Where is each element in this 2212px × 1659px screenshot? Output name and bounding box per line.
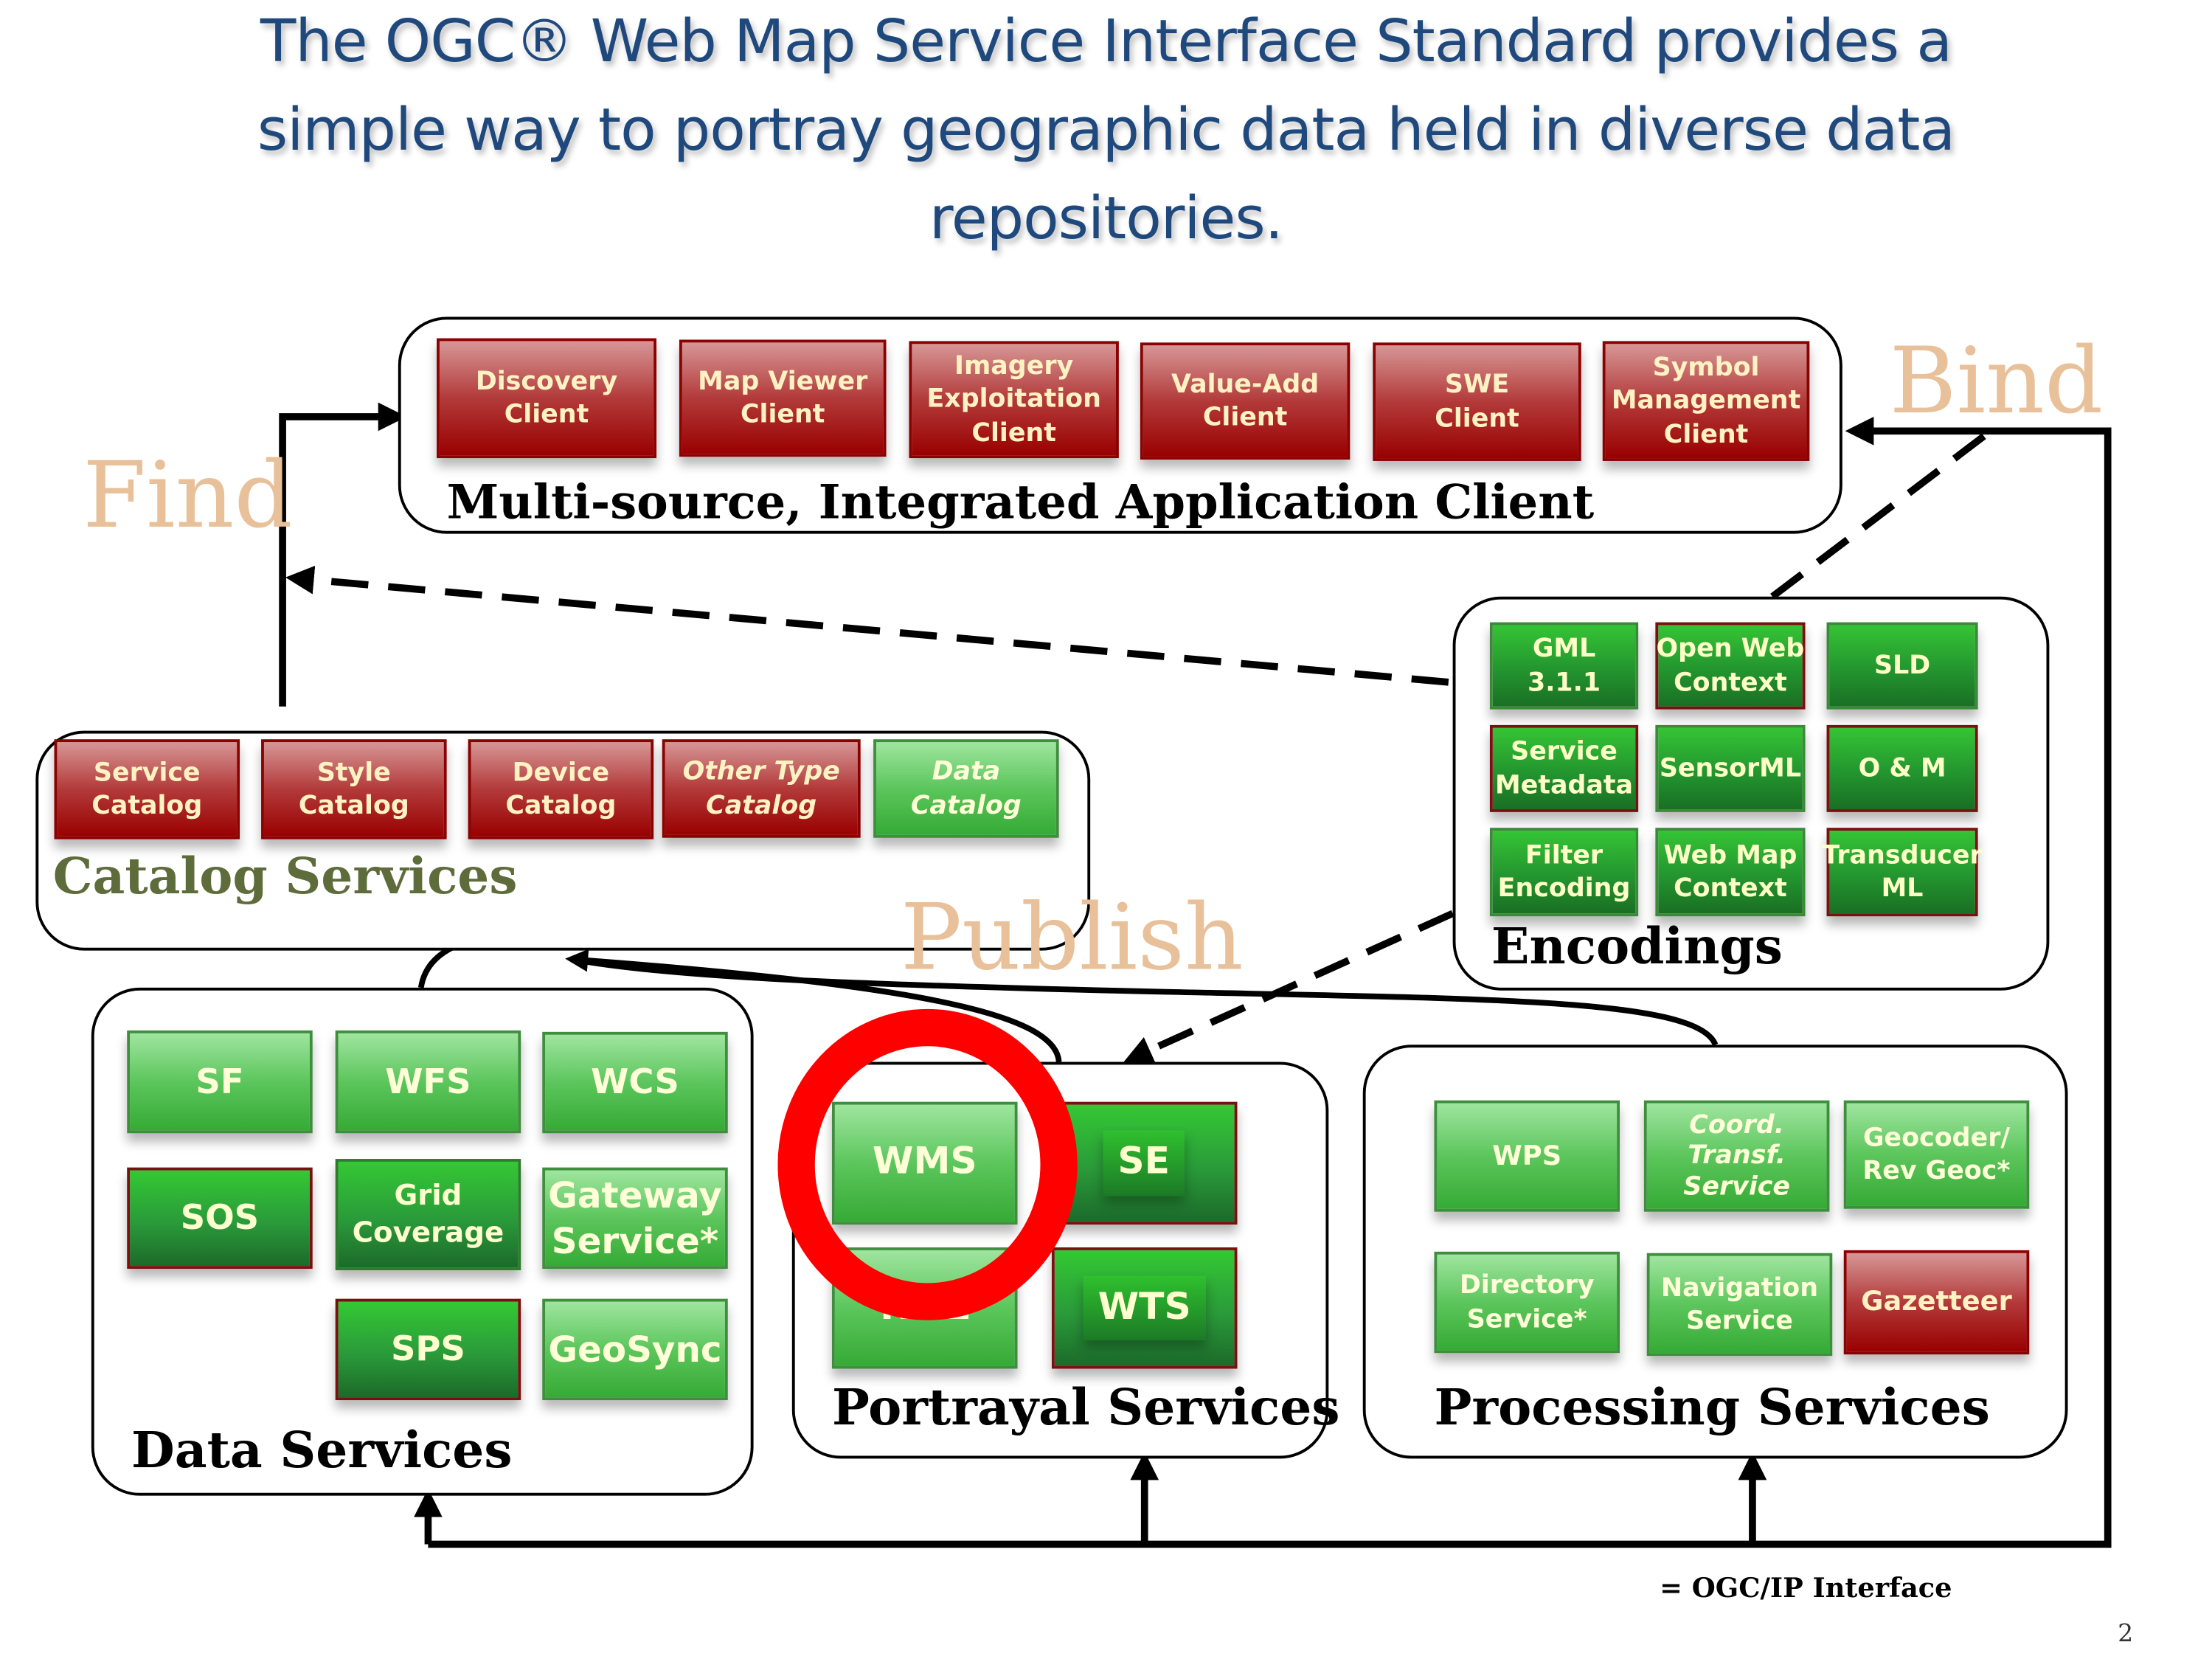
wts-box[interactable]: WTS: [1051, 1247, 1238, 1369]
data-catalog-box[interactable]: Data Catalog: [873, 739, 1059, 838]
filter-encoding-box[interactable]: Filter Encoding: [1489, 828, 1639, 917]
slide-title: The OGC® Web Map Service Interface Stand…: [0, 0, 2212, 263]
symbol-management-client-box[interactable]: Symbol Management Client: [1602, 341, 1810, 461]
o-and-m-box[interactable]: O & M: [1826, 724, 1978, 812]
box-label: WPS: [1492, 1140, 1562, 1172]
kml-box[interactable]: KML: [831, 1247, 1018, 1369]
box-label: Web Map Context: [1663, 840, 1797, 904]
box-label: GeoSync: [548, 1328, 722, 1370]
box-label: SWE Client: [1435, 370, 1519, 434]
sensorml-box[interactable]: SensorML: [1655, 724, 1806, 812]
gazetteer-box[interactable]: Gazetteer: [1843, 1250, 2030, 1355]
box-label: Open Web Context: [1656, 634, 1805, 698]
box-label: Navigation Service: [1660, 1272, 1819, 1336]
service-metadata-box[interactable]: Service Metadata: [1489, 724, 1639, 812]
value-add-client-box[interactable]: Value-Add Client: [1140, 342, 1351, 460]
box-label: Map Viewer Client: [698, 367, 868, 430]
sos-box[interactable]: SOS: [127, 1167, 313, 1270]
title-line: simple way to portray geographic data he…: [257, 95, 1955, 164]
swe-client-box[interactable]: SWE Client: [1373, 342, 1581, 461]
client-group-label: Multi-source, Integrated Application Cli…: [446, 474, 1595, 530]
data-services-group-label: Data Services: [131, 1421, 513, 1480]
gateway-service-box[interactable]: Gateway Service*: [542, 1167, 728, 1270]
box-label: Symbol Management Client: [1611, 353, 1801, 449]
device-catalog-box[interactable]: Device Catalog: [468, 739, 654, 839]
wms-box[interactable]: WMS: [831, 1101, 1018, 1225]
wfs-box[interactable]: WFS: [335, 1030, 521, 1134]
box-label: Directory Service*: [1459, 1270, 1595, 1334]
encodings-to-find-dashed-arrow: [285, 565, 1449, 686]
box-label: Grid Coverage: [352, 1177, 505, 1249]
box-label: Imagery Exploitation Client: [926, 351, 1101, 448]
box-label: SensorML: [1659, 753, 1802, 784]
se-box[interactable]: SE: [1050, 1101, 1238, 1225]
box-label: O & M: [1858, 753, 1946, 784]
title-line: The OGC® Web Map Service Interface Stand…: [260, 7, 1952, 76]
box-label: Data Catalog: [910, 757, 1022, 820]
processing-services-group-label: Processing Services: [1434, 1379, 1990, 1438]
sld-box[interactable]: SLD: [1826, 622, 1978, 710]
open-web-context-box[interactable]: Open Web Context: [1655, 622, 1806, 710]
box-label: WMS: [872, 1140, 977, 1184]
box-label: Other Type Catalog: [682, 757, 840, 820]
box-label: KML: [880, 1285, 970, 1329]
find-arrow: [279, 402, 407, 707]
box-label: SPS: [390, 1329, 465, 1369]
geosync-box[interactable]: GeoSync: [542, 1298, 728, 1401]
geocoder-box[interactable]: Geocoder/ Rev Geoc*: [1843, 1100, 2030, 1209]
box-label: WCS: [591, 1061, 679, 1102]
coord-transf-service-box[interactable]: Coord. Transf. Service: [1643, 1100, 1830, 1212]
box-label: Geocoder/ Rev Geoc*: [1862, 1123, 2011, 1186]
box-label: Value-Add Client: [1171, 370, 1320, 433]
box-label: Service Metadata: [1495, 737, 1634, 800]
grid-coverage-box[interactable]: Grid Coverage: [335, 1159, 521, 1270]
publish-label: Publish: [900, 886, 1244, 992]
service-catalog-box[interactable]: Service Catalog: [54, 739, 240, 839]
web-map-context-box[interactable]: Web Map Context: [1655, 828, 1806, 917]
box-label: Service Catalog: [91, 758, 203, 821]
encodings-group-label: Encodings: [1491, 918, 1783, 977]
box-label: Filter Encoding: [1497, 840, 1631, 904]
box-label: SLD: [1873, 651, 1931, 681]
box-label: Gateway Service*: [548, 1174, 722, 1261]
box-label: SOS: [180, 1197, 260, 1238]
bind-label: Bind: [1889, 329, 2104, 436]
box-label: Device Catalog: [505, 758, 617, 821]
directory-service-box[interactable]: Directory Service*: [1434, 1251, 1620, 1354]
portrayal-services-group-label: Portrayal Services: [831, 1379, 1340, 1438]
slide: The OGC® Web Map Service Interface Stand…: [0, 0, 2212, 1658]
legend-text: = OGC/IP Interface: [1660, 1573, 1952, 1604]
transducer-ml-box[interactable]: Transducer ML: [1822, 828, 1983, 917]
find-label: Find: [83, 443, 293, 550]
box-label: Coord. Transf. Service: [1683, 1109, 1791, 1202]
style-catalog-box[interactable]: Style Catalog: [261, 739, 447, 839]
box-label: GML 3.1.1: [1527, 634, 1601, 698]
wps-box[interactable]: WPS: [1434, 1100, 1620, 1212]
box-label: Gazetteer: [1861, 1286, 2012, 1318]
other-type-catalog-box[interactable]: Other Type Catalog: [662, 739, 861, 838]
box-label: WFS: [385, 1061, 471, 1101]
box-label: Transducer ML: [1822, 840, 1983, 904]
title-line: repositories.: [929, 184, 1283, 253]
wcs-box[interactable]: WCS: [542, 1031, 728, 1134]
catalog-group-label: Catalog Services: [52, 848, 518, 907]
box-label: SF: [195, 1061, 244, 1101]
navigation-service-box[interactable]: Navigation Service: [1646, 1253, 1833, 1357]
box-label: SE: [1103, 1131, 1185, 1196]
imagery-exploitation-client-box[interactable]: Imagery Exploitation Client: [909, 341, 1119, 459]
sps-box[interactable]: SPS: [335, 1298, 521, 1401]
discovery-client-box[interactable]: Discovery Client: [437, 338, 657, 459]
page-number: 2: [2118, 1619, 2134, 1649]
box-label: Style Catalog: [298, 758, 409, 821]
gml-encoding-box[interactable]: GML 3.1.1: [1489, 622, 1639, 710]
map-viewer-client-box[interactable]: Map Viewer Client: [679, 339, 887, 457]
sf-box[interactable]: SF: [127, 1030, 313, 1134]
box-label: Discovery Client: [475, 367, 618, 430]
box-label: WTS: [1084, 1275, 1206, 1341]
